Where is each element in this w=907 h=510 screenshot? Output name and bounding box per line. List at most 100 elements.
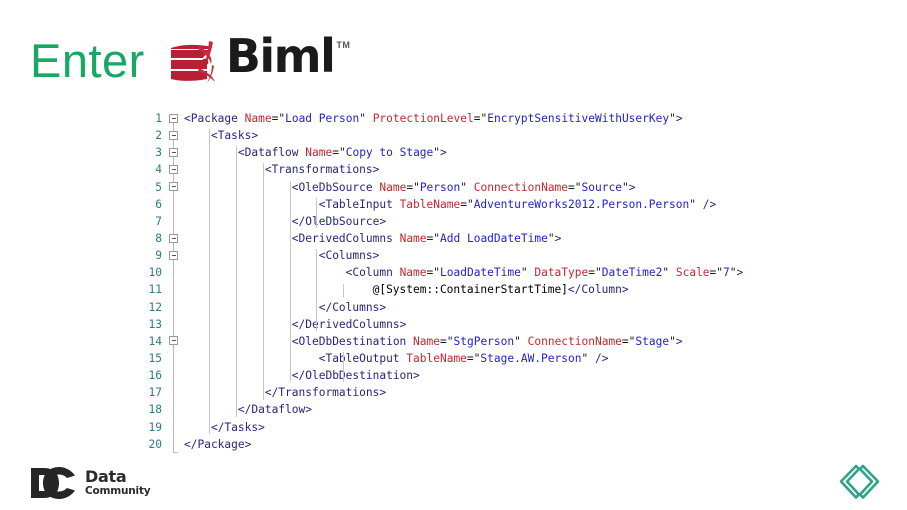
code-text: <Transformations> <box>264 163 380 177</box>
line-number: 2 <box>155 129 162 143</box>
code-line: 14 <OleDbDestination Name="StgPerson" Co… <box>140 332 860 350</box>
code-line: 8 <DerivedColumns Name="Add LoadDateTime… <box>140 229 860 248</box>
code-line: 6 <TableInput TableName="AdventureWorks2… <box>140 195 860 213</box>
code-text: </OleDbSource> <box>291 214 387 228</box>
code-text: <Dataflow Name="Copy to Stage"> <box>237 146 447 160</box>
code-line: 16 </OleDbDestination> <box>140 367 860 385</box>
code-text: </Tasks> <box>210 420 265 434</box>
code-text: <Package Name="Load Person" ProtectionLe… <box>184 112 683 125</box>
xml-code-block: 1 <Package Name="Load Person" ProtectionL… <box>140 110 860 453</box>
code-text: <DerivedColumns Name="Add LoadDateTime"> <box>291 231 562 245</box>
fold-gutter[interactable] <box>162 349 184 368</box>
line-number: 19 <box>148 420 162 434</box>
code-line: 18 </Dataflow> <box>140 401 860 419</box>
page-title: Enter <box>30 33 145 87</box>
code-line: 11 @[System::ContainerStartTime]</Column… <box>140 281 860 299</box>
line-number: 5 <box>155 180 162 194</box>
code-line: 9 <Columns> <box>140 247 860 265</box>
code-line: 10 <Column Name="LoadDateTime" DataType=… <box>140 264 860 282</box>
fold-gutter[interactable] <box>162 298 184 316</box>
biml-wordmark: Biml <box>225 29 336 83</box>
code-text: <TableOutput TableName="Stage.AW.Person"… <box>318 351 609 365</box>
code-text: @[System::ContainerStartTime]</Column> <box>372 283 629 297</box>
fold-gutter[interactable] <box>162 247 184 265</box>
line-number: 4 <box>155 163 162 177</box>
code-line: 20 </Package> <box>140 435 860 453</box>
line-number: 8 <box>155 231 162 245</box>
fold-gutter[interactable] <box>162 367 184 385</box>
fold-gutter[interactable] <box>162 332 184 350</box>
code-line: 19 </Tasks> <box>140 418 860 436</box>
fold-gutter[interactable] <box>162 315 184 333</box>
code-text: <OleDbSource Name="Person" ConnectionNam… <box>291 180 636 194</box>
code-text: <Column Name="LoadDateTime" DataType="Da… <box>345 266 744 280</box>
fold-gutter[interactable] <box>162 229 184 248</box>
fold-toggle[interactable] <box>169 130 178 140</box>
fold-toggle[interactable] <box>169 113 178 123</box>
slide-header: Enter Biml TM <box>30 26 350 94</box>
fold-gutter[interactable] <box>162 401 184 419</box>
dc-wordmark-line1: Data <box>85 467 127 487</box>
code-text: </Transformations> <box>264 386 387 400</box>
biml-ribbon-icon <box>170 41 215 83</box>
line-number: 14 <box>148 334 162 348</box>
code-text: <TableInput TableName="AdventureWorks201… <box>318 197 717 211</box>
fold-gutter[interactable] <box>162 110 184 128</box>
dc-wordmark-line2: Community <box>85 484 151 497</box>
line-number: 18 <box>148 403 162 417</box>
dc-monogram-icon <box>31 467 75 499</box>
line-number: 17 <box>148 386 162 400</box>
line-number: 6 <box>155 197 162 211</box>
code-line: 5 <OleDbSource Name="Person" ConnectionN… <box>140 178 860 196</box>
fold-toggle[interactable] <box>169 165 178 175</box>
line-number: 13 <box>148 317 162 331</box>
trademark-symbol: TM <box>336 40 351 50</box>
fold-gutter[interactable] <box>162 127 184 145</box>
fold-gutter[interactable] <box>162 435 184 453</box>
fold-toggle[interactable] <box>169 250 178 260</box>
fold-gutter[interactable] <box>162 161 184 179</box>
code-text: <Columns> <box>318 249 380 263</box>
fold-toggle[interactable] <box>169 182 178 192</box>
fold-gutter[interactable] <box>162 418 184 436</box>
fold-gutter[interactable] <box>162 384 184 402</box>
fold-gutter[interactable] <box>162 264 184 282</box>
line-number: 12 <box>148 300 162 314</box>
biml-logo: Biml TM <box>169 32 351 88</box>
line-number: 20 <box>148 437 162 451</box>
fold-gutter[interactable] <box>162 144 184 162</box>
code-line: 7 </OleDbSource> <box>140 212 860 230</box>
line-number: 10 <box>148 266 162 280</box>
fold-gutter[interactable] <box>162 195 184 213</box>
code-line: 12 </Columns> <box>140 298 860 316</box>
code-line: 1 <Package Name="Load Person" ProtectionL… <box>140 110 860 128</box>
code-line: 2 <Tasks> <box>140 127 860 145</box>
line-number: 15 <box>148 351 162 365</box>
code-line: 15 <TableOutput TableName="Stage.AW.Pers… <box>140 349 860 368</box>
line-number: 3 <box>155 146 162 160</box>
line-number: 11 <box>148 283 162 297</box>
data-community-logo: Data Community <box>30 466 151 500</box>
code-text: </Columns> <box>318 300 387 314</box>
code-line: 17 </Transformations> <box>140 384 860 402</box>
dc-wordmark: Data Community <box>85 467 151 497</box>
line-number: 16 <box>148 369 162 383</box>
code-brackets-icon <box>839 464 880 499</box>
code-text: </OleDbDestination> <box>291 369 420 383</box>
code-text: </Dataflow> <box>237 403 312 417</box>
code-line: 4 <Transformations> <box>140 161 860 179</box>
line-number: 9 <box>155 249 162 263</box>
fold-gutter[interactable] <box>162 281 184 299</box>
line-number: 1 <box>155 112 162 125</box>
code-line: 13 </DerivedColumns> <box>140 315 860 333</box>
line-number: 7 <box>155 214 162 228</box>
code-text: <Tasks> <box>210 129 259 143</box>
fold-toggle[interactable] <box>169 233 178 243</box>
fold-gutter[interactable] <box>162 178 184 196</box>
fold-gutter[interactable] <box>162 212 184 230</box>
fold-toggle[interactable] <box>169 336 178 346</box>
code-text: <OleDbDestination Name="StgPerson" Conne… <box>291 334 683 348</box>
code-text: </Package> <box>184 437 252 451</box>
fold-toggle[interactable] <box>169 147 178 157</box>
code-text: </DerivedColumns> <box>291 317 407 331</box>
